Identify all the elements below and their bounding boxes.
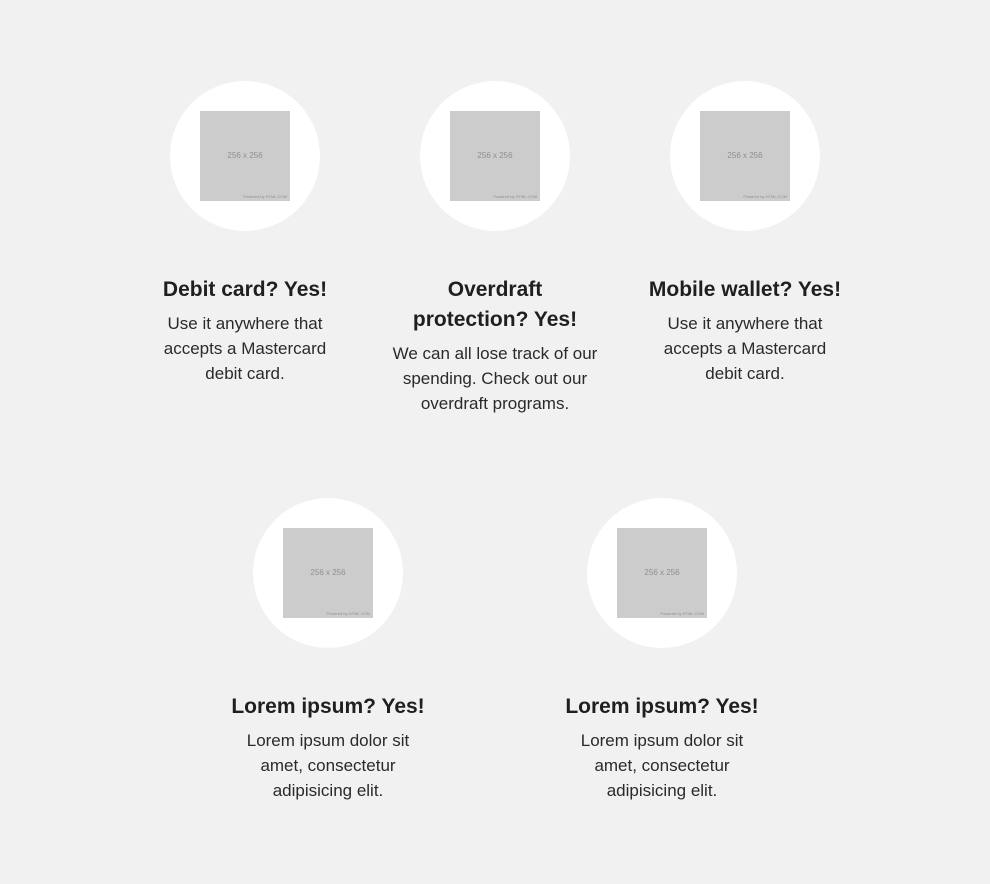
feature-debit-card: 256 x 256 Powered by HTML.COM Debit card… bbox=[145, 81, 345, 386]
feature-description: We can all lose track of our spending. C… bbox=[392, 344, 598, 413]
placeholder-dimensions: 256 x 256 bbox=[727, 151, 763, 160]
placeholder-dimensions: 256 x 256 bbox=[310, 568, 346, 577]
placeholder-credit: Powered by HTML.COM bbox=[660, 611, 704, 616]
placeholder-dimensions: 256 x 256 bbox=[227, 151, 263, 160]
feature-lorem-ipsum-2: 256 x 256 Powered by HTML.COM Lorem ipsu… bbox=[562, 498, 762, 803]
feature-image-circle: 256 x 256 Powered by HTML.COM bbox=[170, 81, 320, 231]
feature-description: Lorem ipsum dolor sit amet, consectetur … bbox=[246, 731, 410, 800]
feature-lorem-ipsum-1: 256 x 256 Powered by HTML.COM Lorem ipsu… bbox=[228, 498, 428, 803]
feature-mobile-wallet: 256 x 256 Powered by HTML.COM Mobile wal… bbox=[640, 81, 850, 386]
feature-image-circle: 256 x 256 Powered by HTML.COM bbox=[253, 498, 403, 648]
feature-overdraft-protection: 256 x 256 Powered by HTML.COM Overdraft … bbox=[392, 81, 598, 416]
placeholder-image: 256 x 256 Powered by HTML.COM bbox=[200, 111, 290, 201]
placeholder-image: 256 x 256 Powered by HTML.COM bbox=[700, 111, 790, 201]
placeholder-credit: Powered by HTML.COM bbox=[243, 194, 287, 199]
feature-title: Mobile wallet? Yes! bbox=[648, 278, 842, 301]
placeholder-credit: Powered by HTML.COM bbox=[326, 611, 370, 616]
feature-title: Lorem ipsum? Yes! bbox=[565, 695, 759, 718]
feature-title: Debit card? Yes! bbox=[162, 278, 328, 301]
placeholder-credit: Powered by HTML.COM bbox=[743, 194, 787, 199]
placeholder-image: 256 x 256 Powered by HTML.COM bbox=[617, 528, 707, 618]
placeholder-image: 256 x 256 Powered by HTML.COM bbox=[283, 528, 373, 618]
feature-description: Use it anywhere that accepts a Mastercar… bbox=[163, 314, 327, 383]
feature-title: Overdraft protection? Yes! bbox=[412, 278, 578, 331]
feature-image-circle: 256 x 256 Powered by HTML.COM bbox=[420, 81, 570, 231]
feature-image-circle: 256 x 256 Powered by HTML.COM bbox=[587, 498, 737, 648]
feature-description: Use it anywhere that accepts a Mastercar… bbox=[663, 314, 827, 383]
placeholder-dimensions: 256 x 256 bbox=[644, 568, 680, 577]
feature-title: Lorem ipsum? Yes! bbox=[231, 695, 425, 718]
placeholder-image: 256 x 256 Powered by HTML.COM bbox=[450, 111, 540, 201]
placeholder-credit: Powered by HTML.COM bbox=[493, 194, 537, 199]
feature-description: Lorem ipsum dolor sit amet, consectetur … bbox=[580, 731, 744, 800]
placeholder-dimensions: 256 x 256 bbox=[477, 151, 513, 160]
feature-image-circle: 256 x 256 Powered by HTML.COM bbox=[670, 81, 820, 231]
